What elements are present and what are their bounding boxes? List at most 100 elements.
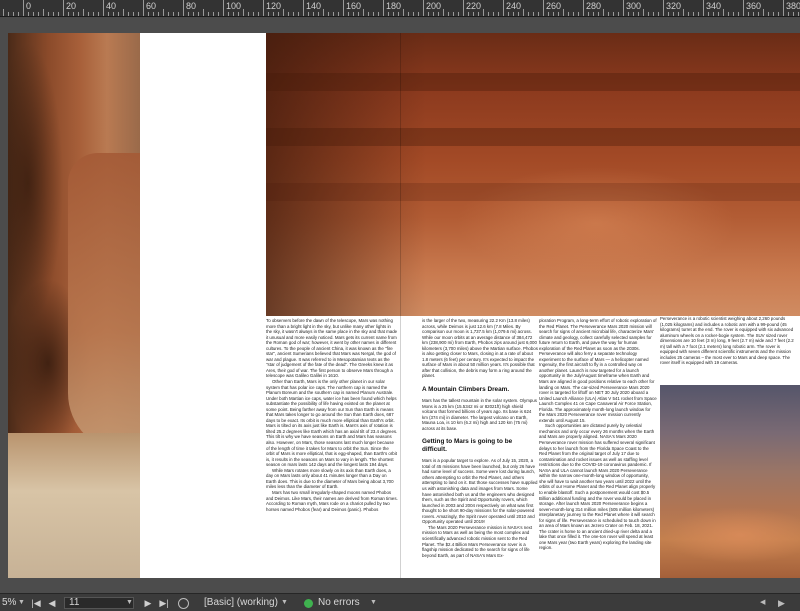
ruler-minor-tick: [33, 12, 34, 16]
status-dot-icon: [304, 599, 313, 608]
previous-page-icon[interactable]: ◀: [46, 594, 58, 611]
ruler-minor-tick: [713, 12, 714, 16]
rock-strata: [266, 128, 800, 146]
ruler-label: 260: [546, 1, 562, 11]
blank-column: [140, 33, 266, 578]
ruler-minor-tick: [163, 9, 164, 16]
preflight-status[interactable]: No errors: [318, 594, 360, 611]
ruler-minor-tick: [8, 12, 9, 16]
canyon-cliff: [68, 153, 140, 453]
ruler-minor-tick: [768, 12, 769, 16]
ruler-label: 140: [306, 1, 322, 11]
ruler-minor-tick: [408, 12, 409, 16]
preflight-profile[interactable]: [Basic] (working): [204, 594, 278, 611]
ruler-minor-tick: [668, 12, 669, 16]
pasteboard[interactable]: To observers before the dawn of the tele…: [0, 18, 800, 593]
ruler-minor-tick: [113, 12, 114, 16]
paragraph: Mars has the tallest mountain in the sol…: [422, 398, 537, 431]
ruler-minor-tick: [388, 12, 389, 16]
paragraph: Perseverance is a robotic scientist weig…: [660, 316, 794, 366]
last-page-icon[interactable]: ▶|: [158, 594, 170, 611]
ruler-minor-tick: [293, 12, 294, 16]
ruler-label: 280: [586, 1, 602, 11]
ruler-minor-tick: [278, 12, 279, 16]
ruler-major-tick: [23, 0, 24, 16]
ruler-major-tick: [623, 0, 624, 16]
text-frame-2[interactable]: is the larger of the two, measuring 22.2…: [422, 318, 538, 558]
ruler-minor-tick: [193, 12, 194, 16]
paragraph: is the larger of the two, measuring 22.2…: [422, 318, 538, 379]
ruler-major-tick: [783, 0, 784, 16]
ruler-minor-tick: [538, 12, 539, 16]
ruler-major-tick: [183, 0, 184, 16]
section-heading: Getting to Mars is going to be difficult…: [422, 438, 513, 454]
ruler-minor-tick: [638, 12, 639, 16]
ruler-minor-tick: [798, 12, 799, 16]
ruler-minor-tick: [18, 12, 19, 16]
ruler-label: 220: [466, 1, 482, 11]
canyon-photo[interactable]: [8, 33, 140, 578]
ruler-major-tick: [103, 0, 104, 16]
ruler-major-tick: [383, 0, 384, 16]
ruler-minor-tick: [508, 12, 509, 16]
ruler-minor-tick: [168, 12, 169, 16]
ruler-minor-tick: [553, 12, 554, 16]
ruler-major-tick: [463, 0, 464, 16]
ruler-minor-tick: [568, 12, 569, 16]
dunes-photo[interactable]: [660, 385, 800, 578]
chevron-down-icon[interactable]: ▼: [370, 594, 377, 611]
ruler-minor-tick: [733, 12, 734, 16]
ruler-minor-tick: [528, 12, 529, 16]
page-number-field[interactable]: 11: [64, 597, 134, 609]
ruler-minor-tick: [268, 12, 269, 16]
ruler-label: 360: [746, 1, 762, 11]
paragraph: Mars has two small irregularly-shaped mo…: [266, 489, 398, 512]
ruler-minor-tick: [658, 12, 659, 16]
canyon-floor: [8, 433, 140, 578]
preflight-icon[interactable]: [178, 598, 189, 609]
ruler-minor-tick: [533, 12, 534, 16]
chevron-down-icon[interactable]: ▼: [18, 594, 25, 611]
paragraph: Other than Earth, Mars is the only other…: [266, 379, 398, 468]
ruler-minor-tick: [418, 12, 419, 16]
ruler-minor-tick: [313, 12, 314, 16]
text-frame-4[interactable]: Perseverance is a robotic scientist weig…: [660, 316, 797, 366]
ruler-major-tick: [263, 0, 264, 16]
ruler-minor-tick: [323, 9, 324, 16]
ruler-label: 340: [706, 1, 722, 11]
ruler-label: 240: [506, 1, 522, 11]
ruler-minor-tick: [588, 12, 589, 16]
ruler-major-tick: [223, 0, 224, 16]
ruler-minor-tick: [613, 12, 614, 16]
text-frame-3[interactable]: ploration Program, a long-term effort of…: [539, 318, 657, 551]
next-page-icon[interactable]: ▶: [142, 594, 154, 611]
mars-landscape-photo[interactable]: [266, 33, 800, 316]
horizontal-ruler[interactable]: 2002040608010012014016018020022024026028…: [0, 0, 800, 17]
chevron-down-icon[interactable]: ▼: [281, 594, 288, 611]
ruler-minor-tick: [43, 9, 44, 16]
chevron-left-icon[interactable]: ◀: [760, 594, 765, 611]
ruler-minor-tick: [603, 9, 604, 16]
document-spread[interactable]: To observers before the dawn of the tele…: [8, 33, 800, 578]
ruler-minor-tick: [748, 12, 749, 16]
ruler-label: 200: [426, 1, 442, 11]
ruler-minor-tick: [333, 12, 334, 16]
ruler-minor-tick: [598, 12, 599, 16]
ruler-major-tick: [303, 0, 304, 16]
ruler-minor-tick: [153, 12, 154, 16]
ruler-minor-tick: [488, 12, 489, 16]
ruler-major-tick: [503, 0, 504, 16]
paragraph: While Mars rotates more slowly on its ax…: [266, 467, 394, 490]
ruler-minor-tick: [393, 12, 394, 16]
ruler-minor-tick: [403, 9, 404, 16]
chevron-down-icon[interactable]: ▼: [126, 594, 133, 611]
scroll-right-icon[interactable]: ▶: [778, 594, 785, 611]
rock-strata: [266, 183, 800, 201]
first-page-icon[interactable]: |◀: [30, 594, 42, 611]
ruler-minor-tick: [413, 12, 414, 16]
text-frame-1[interactable]: To observers before the dawn of the tele…: [266, 318, 398, 512]
ruler-minor-tick: [618, 12, 619, 16]
ruler-minor-tick: [758, 12, 759, 16]
ruler-minor-tick: [123, 9, 124, 16]
ruler-minor-tick: [238, 12, 239, 16]
